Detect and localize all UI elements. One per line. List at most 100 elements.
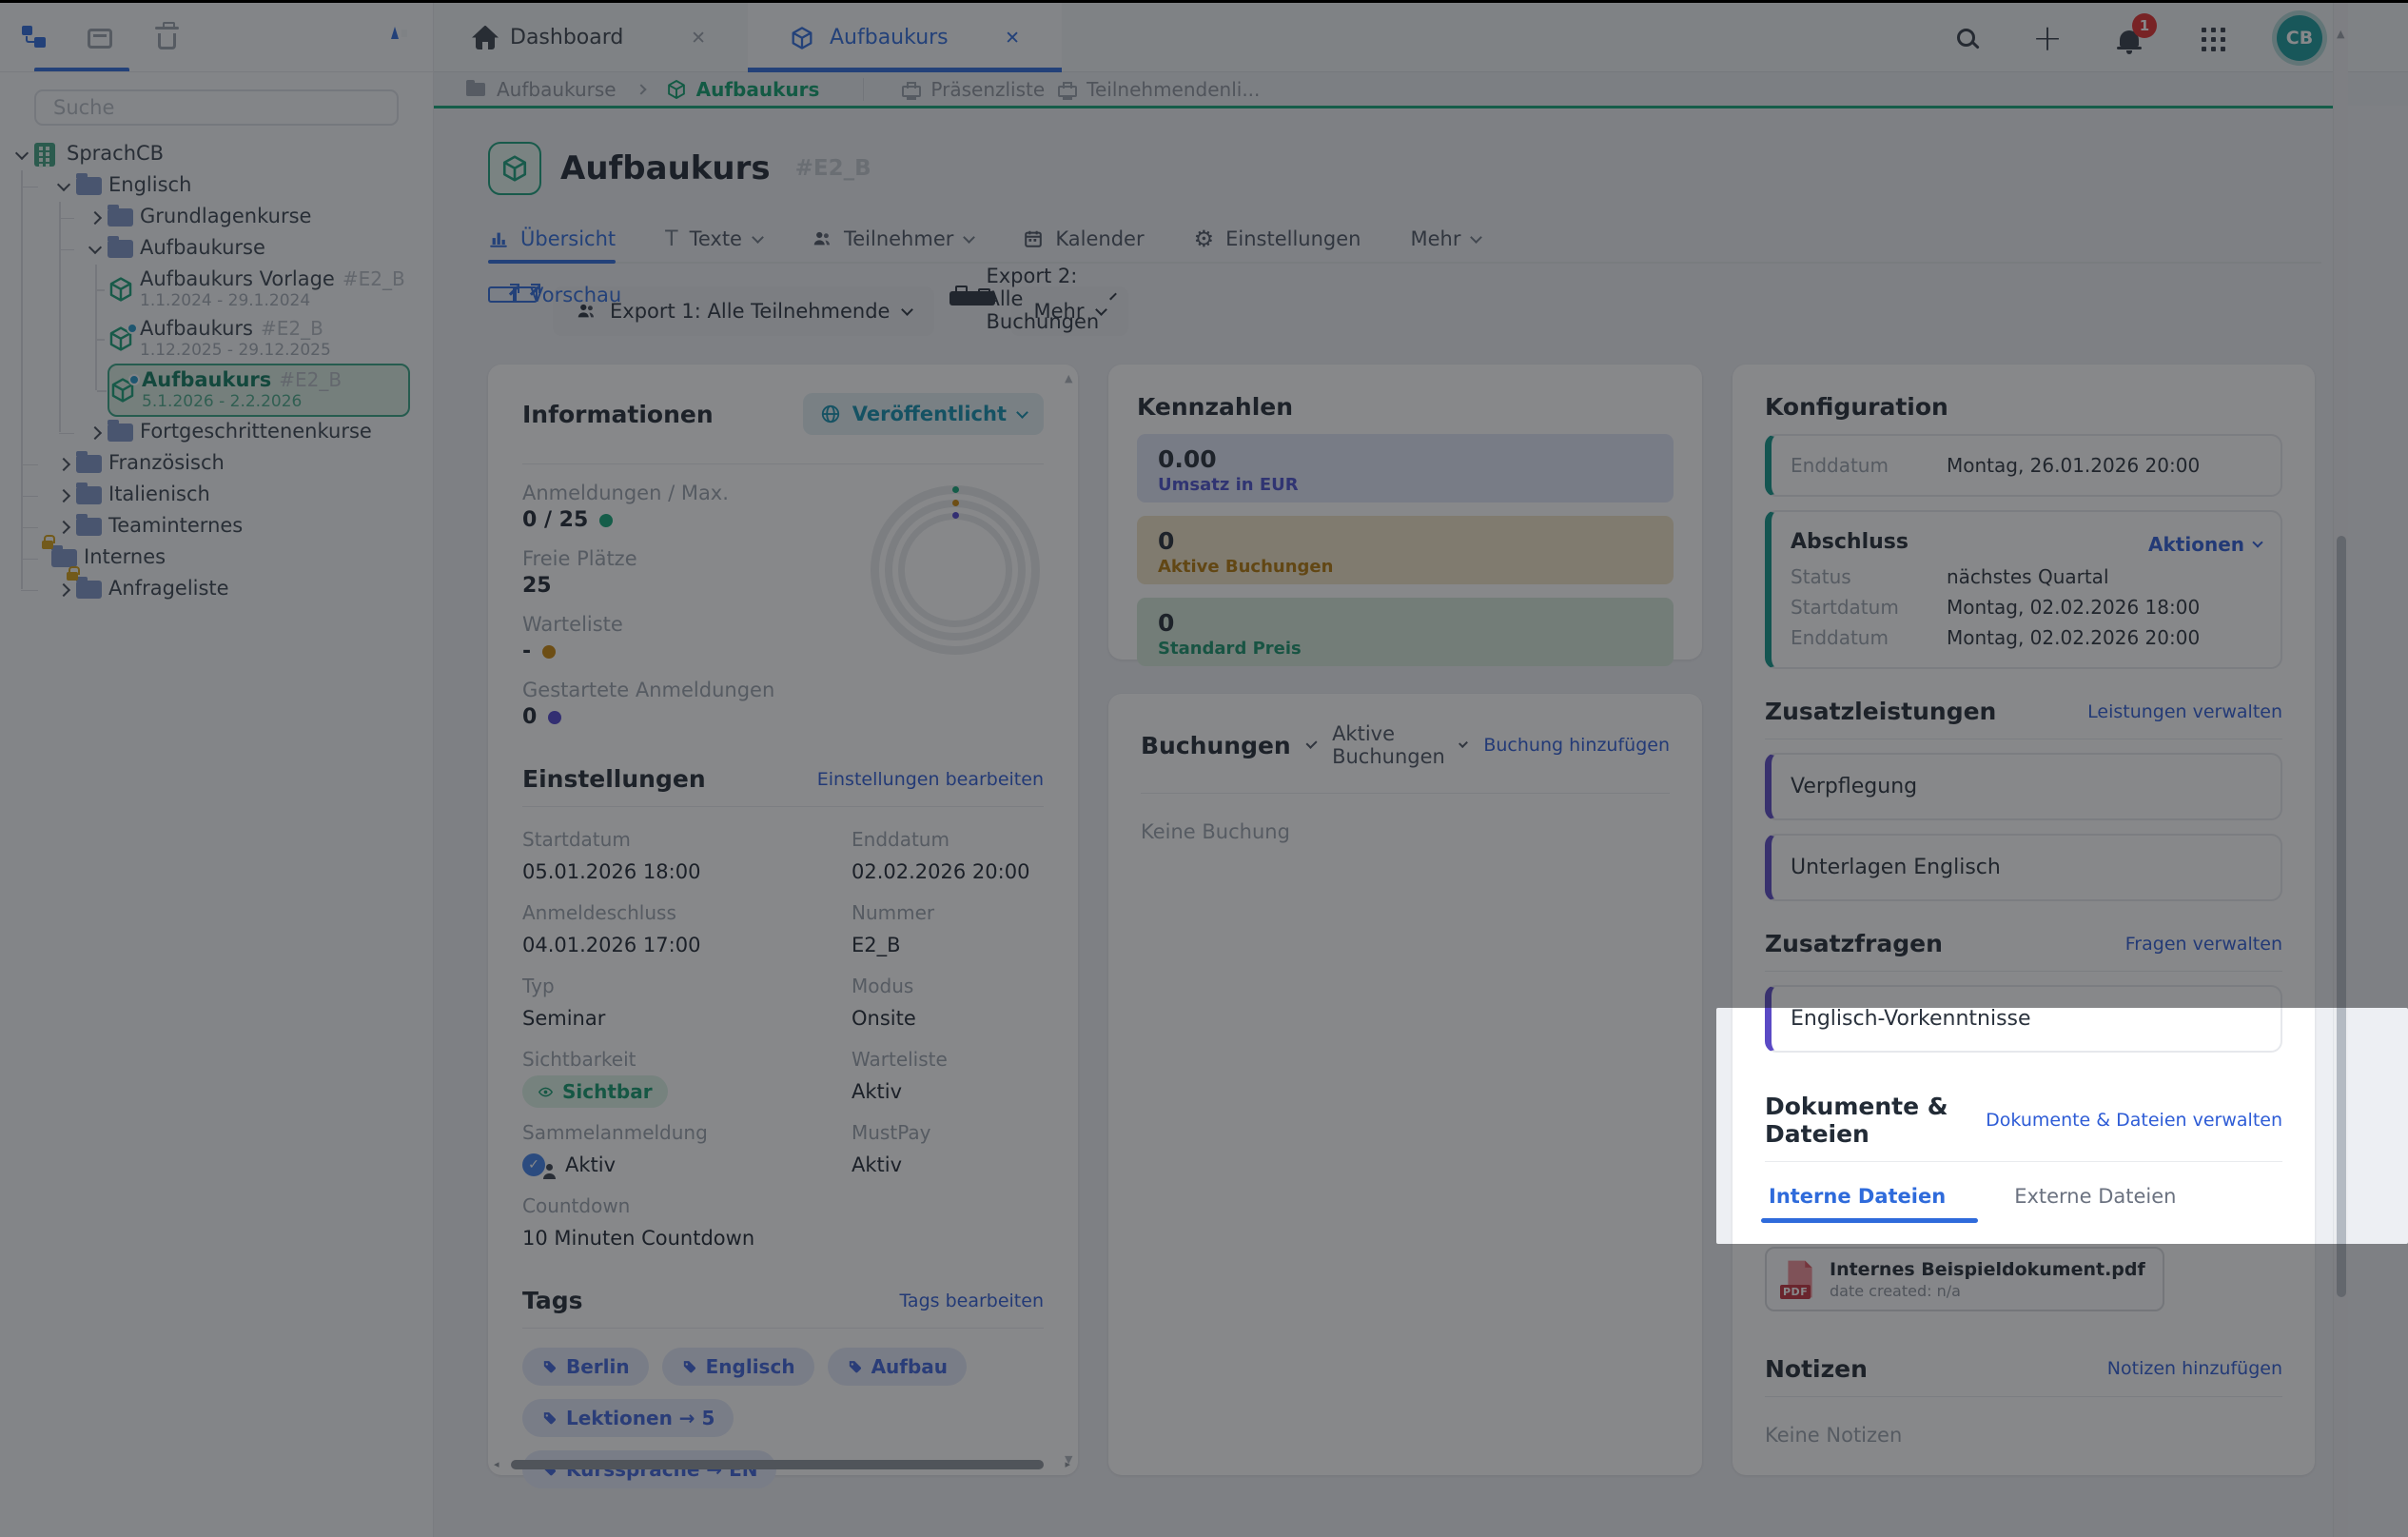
tree-item[interactable]: Französisch <box>51 448 410 480</box>
breadcrumb-bar: Aufbaukurse Aufbaukurs Präsenzliste Teil… <box>434 72 2408 106</box>
notifications-bell-icon[interactable]: 1 <box>2113 22 2145 54</box>
archive-icon[interactable] <box>67 26 133 49</box>
chevron-icon[interactable] <box>83 246 108 252</box>
enddate-config-item: Enddatum Montag, 26.01.2026 20:00 <box>1765 434 2282 497</box>
tree-item-text: Teaminternes <box>108 514 250 539</box>
course-tab[interactable]: T ⚙ Texte <box>665 220 762 262</box>
card-horizontal-scrollbar[interactable]: ◂▸ <box>496 1459 1057 1470</box>
stat-item: Gestartete Anmeldungen 0 <box>522 679 1044 729</box>
question-item[interactable]: Englisch-Vorkenntnisse <box>1765 985 2282 1053</box>
breadcrumb-current[interactable]: Aufbaukurs <box>666 78 820 101</box>
course-tab[interactable]: T ⚙ Einstellungen <box>1194 220 1361 262</box>
chart-icon <box>488 228 509 249</box>
settings-field: Sammelanmeldung ✓ Aktiv Aktiv <box>522 1121 836 1181</box>
doc-link[interactable]: Präsenzliste <box>902 78 1045 101</box>
course-tab[interactable]: T ⚙ Kalender <box>1023 220 1144 262</box>
chevron-icon[interactable] <box>83 213 108 223</box>
tree-item[interactable]: Aufbaukurs Vorlage#E2_B 1.1.2024 - 29.1.… <box>108 265 410 314</box>
breadcrumb: Aufbaukurse Aufbaukurs <box>466 78 819 101</box>
chevron-icon[interactable] <box>83 428 108 438</box>
course-tab-label: Übersicht <box>520 227 616 250</box>
kpi-item: 0.00 Umsatz in EUR <box>1137 434 1674 502</box>
tree-item[interactable]: Internes <box>51 542 410 574</box>
kpi-card: Kennzahlen 0.00 Umsatz in EUR 0 Aktive B… <box>1108 365 1702 660</box>
action-button[interactable]: Vorschau <box>488 286 538 303</box>
card-vertical-scrollbar[interactable]: ▲▼ <box>1063 372 1075 1450</box>
action-button-label: Export 1: Alle Teilnehmende <box>610 300 890 323</box>
tree-item[interactable]: Italienisch <box>51 480 410 511</box>
tree-item[interactable]: Englisch <box>51 170 410 202</box>
page-scrollbar[interactable]: ▲ <box>2333 3 2348 1537</box>
chevron-icon[interactable] <box>51 183 76 189</box>
close-icon[interactable]: ✕ <box>976 28 1020 49</box>
course-tab[interactable]: T ⚙ Teilnehmer <box>812 220 973 262</box>
kpi-card-title: Kennzahlen <box>1137 393 1674 421</box>
apps-grid-icon[interactable] <box>2195 22 2227 54</box>
lock-icon <box>67 572 78 581</box>
tree-item[interactable]: Aufbaukurs#E2_B 1.12.2025 - 29.12.2025 <box>108 314 410 364</box>
documents-tab[interactable]: Interne Dateien <box>1765 1177 1949 1221</box>
tag-pill[interactable]: Englisch <box>662 1348 814 1386</box>
registration-stats: Anmeldungen / Max. 0 / 25 Freie Plätze 2… <box>522 482 1044 748</box>
add-booking-link[interactable]: Buchung hinzufügen <box>1483 735 1670 756</box>
tag-pill[interactable]: Berlin <box>522 1348 649 1386</box>
tree-item[interactable]: Anfrageliste <box>51 574 410 605</box>
tag-pill[interactable]: Aufbau <box>828 1348 967 1386</box>
close-icon[interactable]: ✕ <box>662 28 706 49</box>
tree-item[interactable]: Fortgeschrittenenkurse <box>83 417 410 448</box>
chevron-icon[interactable] <box>10 151 34 158</box>
add-notes-link[interactable]: Notizen hinzufügen <box>2107 1358 2282 1379</box>
edit-settings-link[interactable]: Einstellungen bearbeiten <box>817 769 1044 790</box>
status-dot <box>128 374 140 385</box>
manage-documents-link[interactable]: Dokumente & Dateien verwalten <box>1986 1110 2282 1131</box>
doc-link[interactable]: Teilnehmendenli... <box>1058 78 1260 101</box>
course-tab-label: Kalender <box>1055 227 1144 250</box>
chevron-down-icon[interactable] <box>1305 737 1317 748</box>
edit-tags-link[interactable]: Tags bearbeiten <box>899 1291 1044 1311</box>
chevron-icon[interactable] <box>51 491 76 501</box>
manage-questions-link[interactable]: Fragen verwalten <box>2125 934 2282 955</box>
bookings-filter[interactable]: Aktive Buchungen <box>1332 722 1466 768</box>
sidebar-header <box>0 3 433 72</box>
abschluss-title: Abschluss <box>1791 530 1909 554</box>
tag-icon <box>681 1359 697 1375</box>
action-button[interactable]: Export 2: Alle Buchungen <box>949 291 995 305</box>
tree-item-text: Aufbaukurs#E2_B 5.1.2026 - 2.2.2026 <box>142 368 342 412</box>
course-tab[interactable]: T ⚙ Übersicht <box>488 220 616 262</box>
tree-item[interactable]: SprachCB <box>10 139 410 170</box>
actions-dropdown[interactable]: Aktionen <box>2148 533 2261 556</box>
search-icon[interactable] <box>1949 22 1982 54</box>
page-scrollbar-thumb[interactable] <box>2337 536 2346 1297</box>
manage-services-link[interactable]: Leistungen verwalten <box>2087 701 2282 722</box>
trash-icon[interactable] <box>133 25 200 49</box>
tree-view-icon[interactable] <box>0 25 67 50</box>
tree-item-text: Aufbaukurs#E2_B 1.12.2025 - 29.12.2025 <box>140 317 331 361</box>
service-item[interactable]: Verpflegung <box>1765 753 2282 820</box>
tree-item[interactable]: Aufbaukurse <box>83 233 410 265</box>
chevron-icon[interactable] <box>51 585 76 595</box>
window-tab[interactable]: Dashboard ✕ <box>434 3 748 72</box>
file-item[interactable]: PDF Internes Beispieldokument.pdf date c… <box>1765 1247 2164 1311</box>
file-meta: date created: n/a <box>1830 1282 2145 1300</box>
chevron-down-icon <box>1471 231 1483 244</box>
breadcrumb-parent[interactable]: Aufbaukurse <box>497 78 617 101</box>
tree-item[interactable]: Teaminternes <box>51 511 410 542</box>
tree-item-icon <box>109 376 142 404</box>
search-input[interactable] <box>51 95 382 120</box>
tree-item[interactable]: Grundlagenkurse <box>83 202 410 233</box>
course-tab[interactable]: T ⚙ Mehr <box>1410 220 1480 262</box>
course-tab-label: Texte <box>690 227 742 250</box>
tree-item[interactable]: Aufbaukurs#E2_B 5.1.2026 - 2.2.2026 <box>108 364 410 417</box>
chevron-icon[interactable] <box>51 460 76 469</box>
chevron-icon[interactable] <box>51 522 76 532</box>
tag-pill[interactable]: Lektionen → 5 <box>522 1399 734 1437</box>
sidebar-search[interactable] <box>34 89 399 126</box>
add-icon[interactable]: + <box>2031 22 2064 54</box>
settings-field: Typ ✓ Seminar Seminar <box>522 975 836 1035</box>
window-tab[interactable]: Aufbaukurs ✕ <box>748 3 1062 72</box>
service-item[interactable]: Unterlagen Englisch <box>1765 834 2282 901</box>
publish-status-dropdown[interactable]: Veröffentlicht <box>803 393 1044 435</box>
documents-tab[interactable]: Externe Dateien <box>2010 1177 2180 1221</box>
avatar[interactable]: CB <box>2277 15 2322 61</box>
course-tab-label: Einstellungen <box>1225 227 1361 250</box>
